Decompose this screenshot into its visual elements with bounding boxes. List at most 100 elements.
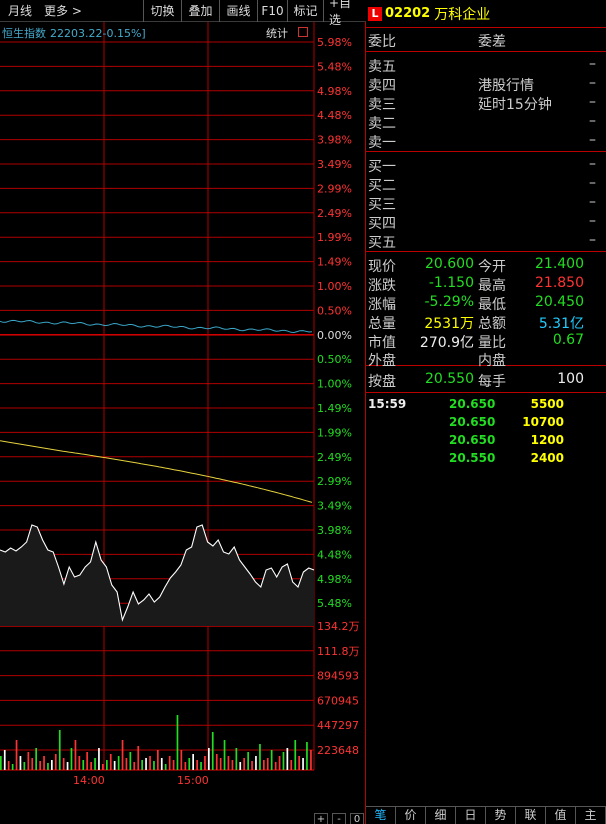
mark-button[interactable]: 标记 bbox=[287, 0, 323, 22]
volume-bar bbox=[137, 746, 140, 770]
delay-notice: 延时15分钟 bbox=[478, 97, 552, 113]
pct-axis-label: 3.49% bbox=[317, 158, 352, 171]
volume-bar bbox=[51, 760, 53, 770]
buy-row: 买三 – bbox=[366, 194, 606, 213]
pct-axis-label: 2.49% bbox=[317, 451, 352, 464]
buy-row: 买二 – bbox=[366, 175, 606, 194]
volume-bar bbox=[113, 761, 116, 770]
zero-axis-label: 0.00% bbox=[317, 329, 352, 342]
pct-axis-label: 1.99% bbox=[317, 231, 352, 244]
close-overlay-icon[interactable] bbox=[298, 27, 308, 37]
stat-button[interactable]: 统计 bbox=[266, 25, 288, 41]
pct-axis-label: 2.49% bbox=[317, 207, 352, 220]
tab-linked[interactable]: 联 bbox=[516, 807, 546, 824]
chart-canvas[interactable]: 5.98%5.48%4.98%4.48%3.98%3.49%2.99%2.49%… bbox=[0, 22, 366, 824]
overlay-button[interactable]: 叠加 bbox=[181, 0, 219, 22]
volume-bar bbox=[223, 740, 226, 770]
volume-bar bbox=[274, 762, 277, 770]
pct-axis-label: 3.98% bbox=[317, 524, 352, 537]
average-price-line bbox=[0, 440, 313, 503]
zoom-out-button[interactable]: - bbox=[332, 813, 346, 824]
intraday-chart[interactable]: 5.98% 5.48% 4.98% 4.48% 3.98% 3.49% 2.99% 2.49%… bbox=[0, 22, 366, 824]
volume-bar bbox=[7, 761, 10, 770]
bid-label: 按盘 bbox=[368, 374, 396, 390]
volume-bar bbox=[278, 756, 281, 770]
volume-bar bbox=[160, 758, 163, 770]
volume-bar bbox=[90, 762, 92, 770]
volume-bar bbox=[298, 756, 300, 770]
sell-value: – bbox=[589, 132, 596, 148]
volume-bar bbox=[47, 763, 49, 770]
buy-value: – bbox=[589, 156, 596, 172]
panel-tabs: 笔 价 细 日 势 联 值 主 bbox=[366, 806, 606, 824]
tab-value[interactable]: 值 bbox=[546, 807, 576, 824]
quote-stats: 现价 20.600 今开 21.400 涨跌 -1.150 最高 21.850 … bbox=[366, 252, 606, 369]
now-price-label: 现价 bbox=[368, 259, 396, 275]
volume-bar bbox=[204, 756, 206, 770]
draw-line-button[interactable]: 画线 bbox=[219, 0, 257, 22]
volume-bar bbox=[121, 740, 124, 770]
zoom-reset-button[interactable]: 0 bbox=[350, 813, 364, 824]
tick-price: 20.650 bbox=[449, 415, 496, 429]
volume-bar bbox=[11, 764, 14, 770]
sell-label: 卖五 bbox=[368, 59, 396, 75]
zoom-in-button[interactable]: + bbox=[314, 813, 328, 824]
sell-value: – bbox=[589, 113, 596, 129]
tab-detail[interactable]: 细 bbox=[426, 807, 456, 824]
change-pct: -5.29% bbox=[424, 294, 474, 310]
volume-bar bbox=[211, 732, 214, 770]
open-price: 21.400 bbox=[535, 256, 584, 272]
f10-button[interactable]: F10 bbox=[257, 0, 287, 22]
volume-bar bbox=[227, 756, 230, 770]
pct-axis-label: 2.99% bbox=[317, 475, 352, 488]
tick-list[interactable]: 15:59 20.650 5500 20.650 10700 20.650 12… bbox=[366, 393, 606, 773]
tab-trades[interactable]: 笔 bbox=[366, 807, 396, 824]
sell-label: 卖一 bbox=[368, 135, 396, 151]
pct-axis-label: 4.48% bbox=[317, 548, 352, 561]
volume-bar bbox=[102, 764, 104, 770]
buy-value: – bbox=[589, 232, 596, 248]
market-tag: L bbox=[368, 6, 382, 21]
zoom-controls: + - 0 bbox=[314, 813, 364, 824]
switch-button[interactable]: 切换 bbox=[143, 0, 181, 22]
volume-bar bbox=[176, 715, 179, 770]
tab-main[interactable]: 主 bbox=[576, 807, 606, 824]
add-watchlist-button[interactable]: +自选 bbox=[323, 0, 361, 27]
volume-axis-label: 447297 bbox=[317, 719, 359, 732]
volume-label: 总量 bbox=[368, 316, 396, 332]
sell-value: – bbox=[589, 56, 596, 72]
volume-bar bbox=[141, 760, 143, 770]
volume-axis-label: 134.2万 bbox=[317, 620, 360, 633]
volume-axis-label: 223648 bbox=[317, 744, 359, 757]
volume-ratio-value: 0.67 bbox=[552, 332, 584, 348]
volume-bar bbox=[106, 760, 108, 770]
volume-bar bbox=[3, 750, 6, 770]
bid-price: 20.550 bbox=[425, 371, 474, 387]
tick-price: 20.650 bbox=[449, 433, 496, 447]
sell-value: – bbox=[589, 94, 596, 110]
stock-name: 万科企业 bbox=[434, 6, 491, 23]
more-button[interactable]: 更多 > bbox=[44, 2, 82, 19]
sell-label: 卖三 bbox=[368, 97, 396, 113]
volume-bar bbox=[270, 750, 273, 770]
volume-bar bbox=[164, 764, 167, 770]
volume-bar bbox=[58, 730, 61, 770]
pct-axis-label: 2.99% bbox=[317, 182, 352, 195]
volume-bar bbox=[94, 758, 96, 770]
tab-daily[interactable]: 日 bbox=[456, 807, 486, 824]
volume-bar bbox=[294, 740, 297, 770]
tab-price[interactable]: 价 bbox=[396, 807, 426, 824]
tab-trend[interactable]: 势 bbox=[486, 807, 516, 824]
buy-value: – bbox=[589, 194, 596, 210]
volume-bar bbox=[231, 760, 234, 770]
volume-bar bbox=[208, 748, 210, 770]
period-button[interactable]: 月线 bbox=[8, 2, 32, 19]
buy-label: 买二 bbox=[368, 178, 396, 194]
volume-axis-label: 111.8万 bbox=[317, 645, 360, 658]
tick-time: 15:59 bbox=[368, 397, 407, 411]
volume-bar bbox=[153, 761, 155, 770]
time-axis-label: 15:00 bbox=[177, 774, 209, 787]
open-label: 今开 bbox=[478, 259, 506, 275]
buy-value: – bbox=[589, 175, 596, 191]
volume-axis-label: 670945 bbox=[317, 694, 359, 707]
